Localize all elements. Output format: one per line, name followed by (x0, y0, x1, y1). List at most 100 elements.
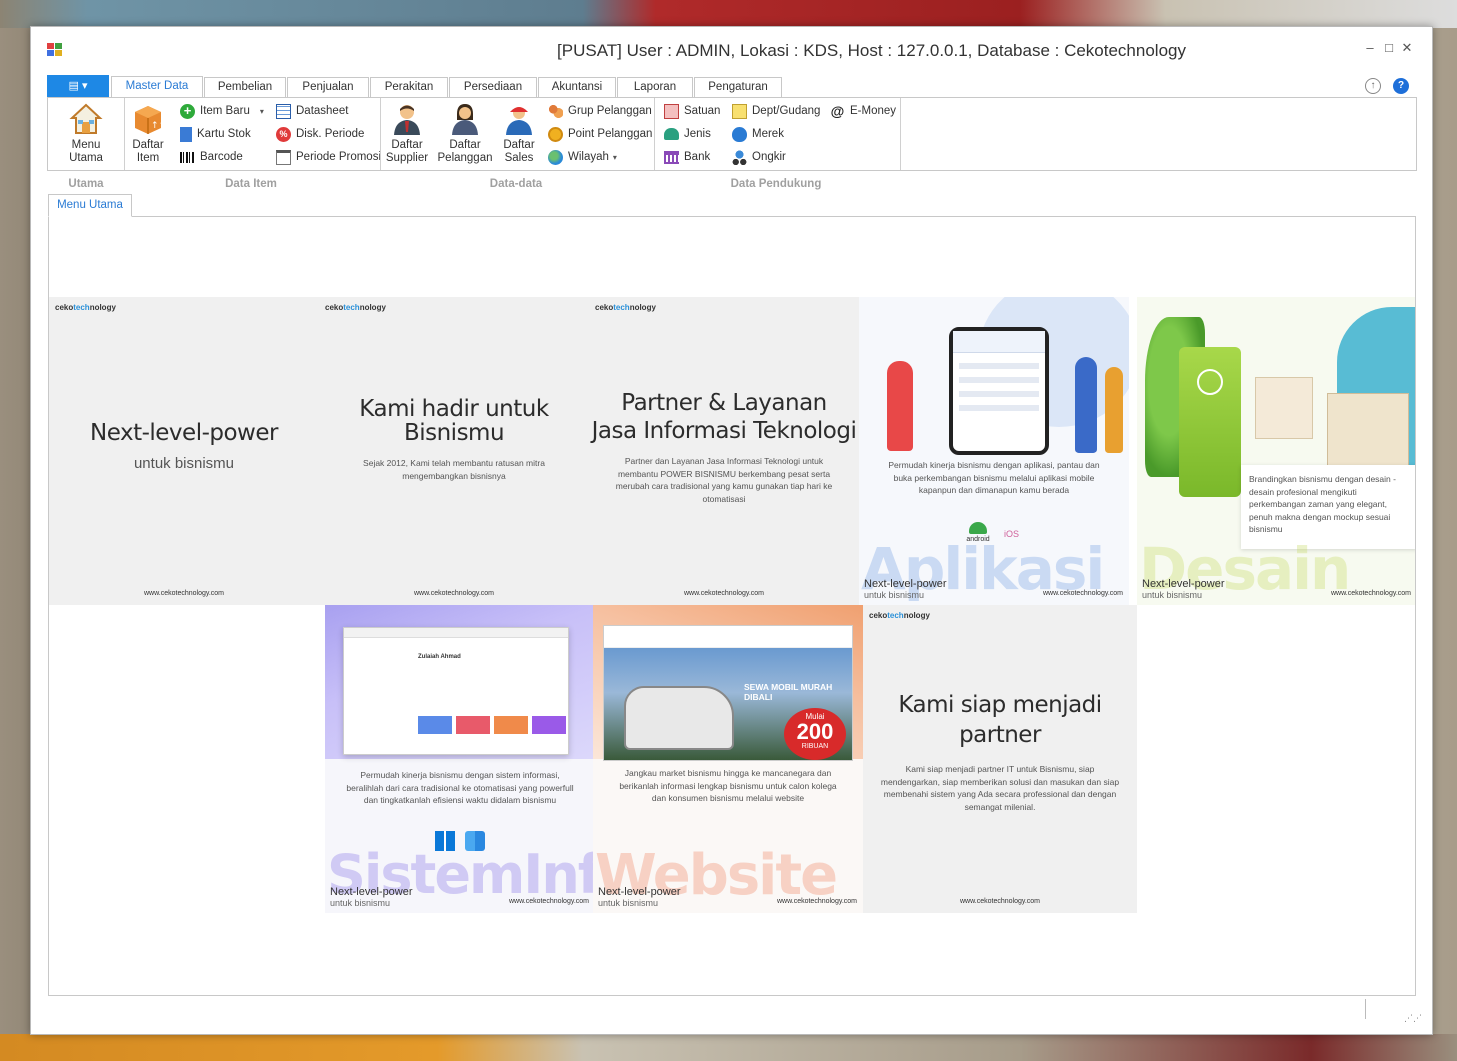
daftar-supplier-label-2: Supplier (385, 152, 429, 164)
globe-icon (548, 149, 563, 165)
group-label-data-data: Data-data (489, 178, 543, 190)
tile-heading-line2: Jasa Informasi Teknologi (591, 418, 857, 444)
main-window: [PUSAT] User : ADMIN, Lokasi : KDS, Host… (30, 26, 1433, 1035)
group-separator (380, 98, 381, 170)
tab-pembelian[interactable]: Pembelian (204, 77, 286, 97)
group-separator (124, 98, 125, 170)
ongkir-label: Ongkir (752, 151, 786, 163)
periode-promosi-button[interactable]: Periode Promosi (276, 148, 381, 166)
daftar-item-label-2: Item (136, 152, 160, 164)
group-separator (900, 98, 901, 170)
price-badge: Mulai 200 RIBUAN (784, 708, 846, 760)
group-label-data-item: Data Item (225, 178, 277, 190)
tile-url: www.cekotechnology.com (508, 898, 589, 905)
calendar-icon (276, 149, 291, 165)
wilayah-button[interactable]: Wilayah ▾ (548, 148, 617, 166)
merek-button[interactable]: Merek (732, 125, 784, 143)
periode-promosi-label: Periode Promosi (296, 151, 382, 163)
barcode-label: Barcode (200, 151, 243, 163)
dept-gudang-button[interactable]: Dept/Gudang (732, 102, 820, 120)
ribbon-panel: Menu Utama ↑↑ Daftar Item + Item Baru ▾ … (47, 97, 1417, 171)
help-icon[interactable]: ? (1393, 78, 1409, 94)
desktop-background-bottom (0, 1034, 1457, 1061)
ongkir-button[interactable]: Ongkir (732, 148, 786, 166)
emoney-label: E-Money (850, 105, 897, 117)
tile-brand: cekotechnology (325, 303, 386, 312)
tile-description: Brandingkan bisnismu dengan desain - des… (1249, 474, 1396, 534)
percent-icon: % (276, 126, 291, 142)
illustration-tea-package (1179, 347, 1241, 497)
title-bar[interactable]: [PUSAT] User : ADMIN, Lokasi : KDS, Host… (31, 27, 1432, 73)
tile-description: Kami siap menjadi partner IT untuk Bisni… (880, 764, 1120, 812)
tile-website: SEWA MOBIL MURAH DIBALI Mulai 200 RIBUAN… (593, 605, 863, 913)
illustration-person (1075, 357, 1097, 453)
jenis-button[interactable]: Jenis (664, 125, 711, 143)
tile-kami-siap: cekotechnology Kami siap menjadi partner… (863, 605, 1137, 913)
tab-persediaan[interactable]: Persediaan (449, 77, 537, 97)
bank-button[interactable]: Bank (664, 148, 710, 166)
tab-pengaturan[interactable]: Pengaturan (694, 77, 782, 97)
tab-master-data[interactable]: Master Data (111, 76, 203, 97)
merek-label: Merek (752, 128, 784, 140)
kartu-stok-button[interactable]: Kartu Stok (180, 125, 251, 143)
satuan-button[interactable]: Satuan (664, 102, 720, 120)
salesman-icon (502, 102, 536, 136)
grup-pelanggan-button[interactable]: Grup Pelanggan (548, 102, 652, 120)
maximize-button[interactable]: □ (1380, 40, 1398, 55)
satuan-label: Satuan (684, 105, 721, 117)
tile-brand: cekotechnology (595, 303, 656, 312)
tile-heading-line1: Partner & Layanan (621, 390, 827, 416)
jenis-label: Jenis (684, 128, 711, 140)
tab-laporan[interactable]: Laporan (617, 77, 693, 97)
point-pelanggan-button[interactable]: Point Pelanggan (548, 125, 652, 143)
tile-aplikasi: Permudah kinerja bisnismu dengan aplikas… (859, 297, 1129, 605)
illustration-box (1255, 377, 1313, 439)
tile-description: Sejak 2012, Kami telah membantu ratusan … (363, 458, 545, 481)
menu-utama-button[interactable]: Menu Utama (54, 102, 118, 165)
barcode-button[interactable]: Barcode (180, 148, 243, 166)
tile-brand: cekotechnology (55, 303, 116, 312)
status-bar-separator (1365, 999, 1366, 1019)
tile-url: www.cekotechnology.com (413, 590, 495, 597)
group-users-icon (548, 103, 563, 119)
illustration-person (1105, 367, 1123, 453)
collapse-ribbon-icon[interactable]: ↑ (1365, 78, 1381, 94)
tab-penjualan[interactable]: Penjualan (287, 77, 369, 97)
tab-perakitan[interactable]: Perakitan (370, 77, 448, 97)
customer-icon (448, 102, 482, 136)
bank-icon (664, 150, 679, 164)
daftar-item-label-1: Daftar (132, 139, 164, 151)
tile-description: Partner dan Layanan Jasa Informasi Tekno… (615, 456, 833, 504)
daftar-item-button[interactable]: ↑↑ Daftar Item (128, 102, 168, 165)
chevron-down-icon: ▾ (259, 106, 264, 116)
emoney-button[interactable]: @ E-Money (830, 102, 896, 120)
application-menu-button[interactable]: ▤ ▾ (47, 75, 109, 97)
tile-desain: Brandingkan bisnismu dengan desain - des… (1137, 297, 1415, 605)
datasheet-button[interactable]: Datasheet (276, 102, 348, 120)
tile-url: www.cekotechnology.com (776, 898, 857, 905)
group-separator (654, 98, 655, 170)
daftar-sales-button[interactable]: Daftar Sales (498, 102, 540, 165)
resize-grip-icon[interactable]: ⋰⋰ (1404, 1013, 1422, 1024)
document-tab-menu-utama[interactable]: Menu Utama (48, 194, 132, 217)
minimize-button[interactable]: – (1361, 40, 1379, 55)
close-button[interactable]: ✕ (1398, 40, 1416, 56)
group-label-data-pendukung: Data Pendukung (730, 178, 822, 190)
tile-subheading: untuk bisnismu (133, 455, 235, 472)
svg-text:↑↑: ↑↑ (151, 121, 165, 131)
dept-gudang-label: Dept/Gudang (752, 105, 821, 117)
building-icon (732, 103, 747, 119)
tile-brand: cekotechnology (869, 611, 930, 620)
main-content-area: cekotechnology Next-level-power untuk bi… (48, 216, 1416, 996)
table-icon (276, 103, 291, 119)
tab-akuntansi[interactable]: Akuntansi (538, 77, 616, 97)
tile-url: www.cekotechnology.com (1330, 590, 1411, 597)
disk-periode-button[interactable]: % Disk. Periode (276, 125, 364, 143)
cube-icon (664, 103, 679, 119)
item-baru-button[interactable]: + Item Baru ▾ (180, 102, 264, 120)
mockup-username: Zulaiah Ahmad (418, 654, 461, 660)
apple-icon (732, 126, 747, 142)
daftar-pelanggan-button[interactable]: Daftar Pelanggan (436, 102, 494, 165)
daftar-supplier-button[interactable]: Daftar Supplier (384, 102, 430, 165)
illustration-box (1327, 393, 1409, 473)
